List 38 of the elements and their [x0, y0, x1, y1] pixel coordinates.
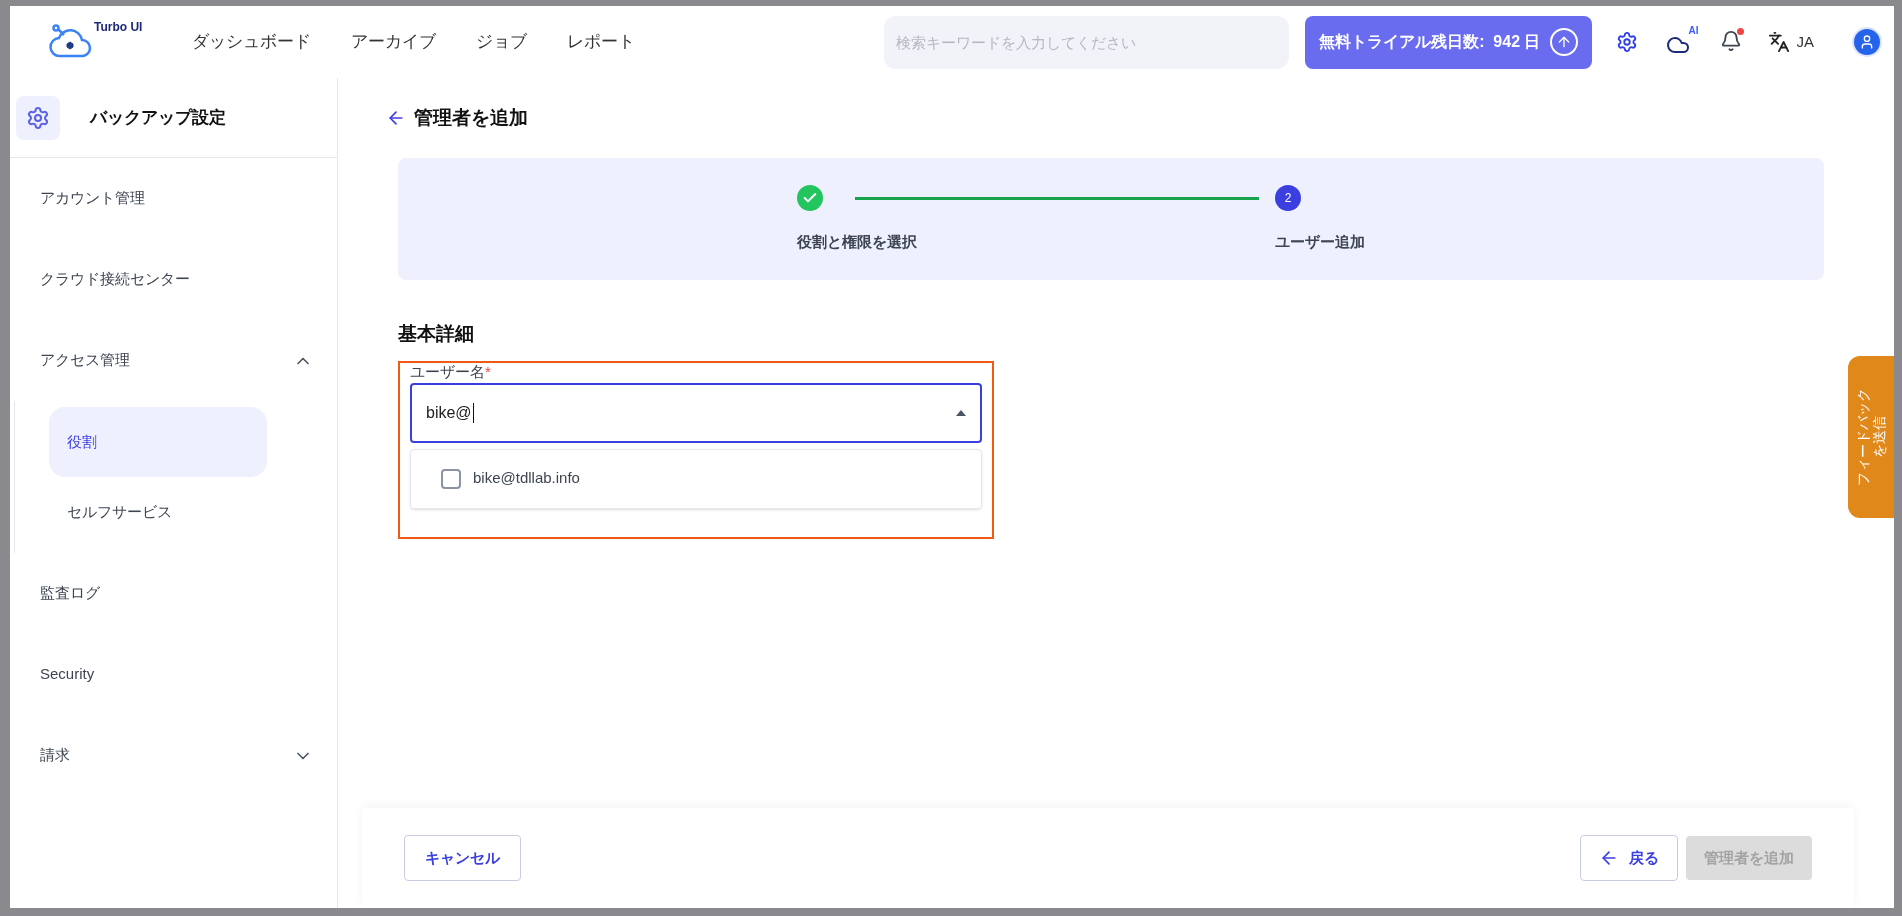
bell-icon[interactable]: [1720, 30, 1743, 52]
username-field[interactable]: bike@: [410, 382, 982, 443]
step-number: 2: [1275, 185, 1301, 211]
settings-icon[interactable]: [1616, 31, 1639, 53]
caret-up-icon[interactable]: [956, 409, 966, 416]
settings-icon: [16, 95, 60, 140]
search-field[interactable]: 検索キーワードを入力してください: [884, 15, 1290, 69]
ai-label: AI: [1688, 24, 1699, 38]
sidebar-item[interactable]: アクセス管理: [30, 320, 313, 401]
sidebar-item[interactable]: Security: [30, 634, 313, 715]
back-button[interactable]: 戻る: [1580, 835, 1678, 881]
logo-text: Turbo UI: [94, 19, 143, 36]
dropdown-option[interactable]: bike@tdllab.info: [411, 453, 981, 504]
feedback-label: を送信: [1871, 416, 1887, 458]
field-label: ユーザー名*: [410, 362, 492, 381]
step-label: 役割と権限を選択: [797, 232, 917, 252]
sidebar-item[interactable]: 監査ログ: [30, 553, 313, 634]
language-label[interactable]: JA: [1796, 30, 1814, 54]
nav-link[interactable]: アーカイブ: [351, 29, 436, 55]
sidebar-item[interactable]: セルフサービス: [49, 477, 267, 547]
nav-link[interactable]: レポート: [567, 29, 635, 55]
sidebar-item[interactable]: アカウント管理: [30, 158, 313, 239]
trial-button[interactable]: 無料トライアル残日数: 942 日: [1305, 15, 1593, 69]
checkbox[interactable]: [441, 468, 461, 489]
sidebar-item[interactable]: 請求: [30, 715, 313, 796]
avatar-icon[interactable]: [1854, 29, 1880, 55]
sidebar-item[interactable]: 役割: [49, 407, 267, 477]
nav-link[interactable]: ダッシュボード: [192, 29, 311, 55]
sidebar-title: バックアップ設定: [90, 106, 226, 129]
section-title: 基本詳細: [398, 322, 475, 346]
sidebar-item[interactable]: クラウド接続センター: [30, 239, 313, 320]
feedback-label: フィードバック: [1855, 388, 1871, 486]
cancel-button[interactable]: キャンセル: [404, 835, 521, 881]
page-title: 管理者を追加: [414, 105, 528, 130]
step-label: ユーザー追加: [1275, 232, 1365, 252]
nav-link[interactable]: ジョブ: [476, 29, 527, 55]
translate-icon[interactable]: [1768, 31, 1791, 53]
upload-icon: [1550, 28, 1579, 56]
